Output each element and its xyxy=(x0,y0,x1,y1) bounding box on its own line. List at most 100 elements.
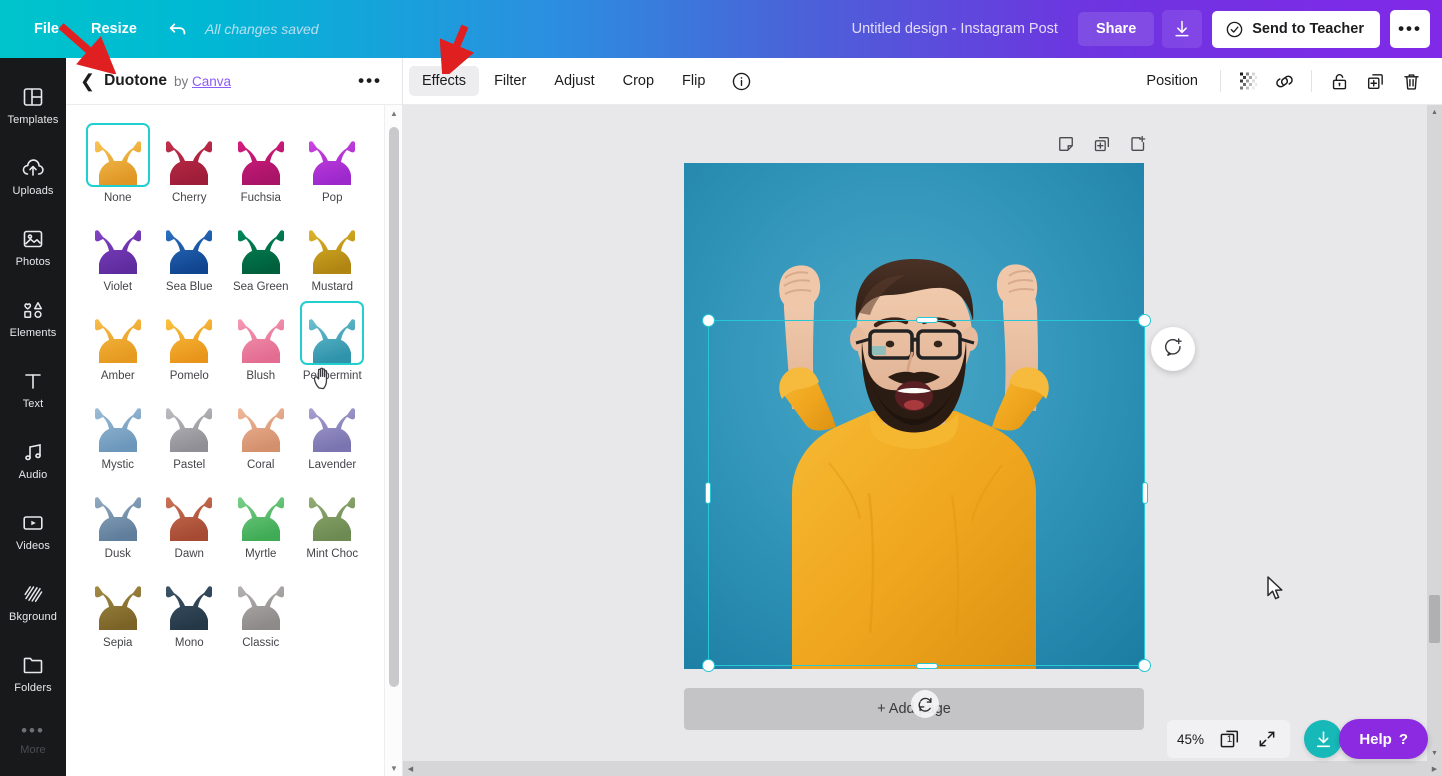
sidebar-label: More xyxy=(20,744,46,756)
duotone-swatch-thumbnail xyxy=(300,301,365,365)
lock-icon[interactable] xyxy=(1322,65,1356,97)
duotone-swatch-label: Blush xyxy=(246,370,276,382)
resize-handle-bottom[interactable] xyxy=(915,663,938,669)
zoom-level-value[interactable]: 45% xyxy=(1177,732,1204,747)
tab-filter[interactable]: Filter xyxy=(481,66,539,96)
top-bar-more-button[interactable]: ••• xyxy=(1390,10,1430,48)
duotone-swatch-thumbnail xyxy=(229,479,293,543)
sidebar-item-audio[interactable]: Audio xyxy=(0,425,66,496)
resize-handle-left[interactable] xyxy=(705,482,711,504)
sidebar-label: Videos xyxy=(15,540,51,552)
sidebar-item-more[interactable]: ••• More xyxy=(0,709,66,769)
duotone-swatch-myrtle[interactable]: Myrtle xyxy=(225,471,297,560)
resize-handle-right[interactable] xyxy=(1142,482,1148,504)
sidebar-item-text[interactable]: Text xyxy=(0,354,66,425)
canvas-scroll-right-icon[interactable]: ▶ xyxy=(1427,761,1442,776)
sidebar-item-elements[interactable]: Elements xyxy=(0,283,66,354)
sidebar-item-bkground[interactable]: Bkground xyxy=(0,567,66,638)
scroll-up-icon[interactable]: ▲ xyxy=(385,105,403,121)
duotone-swatch-sea-blue[interactable]: Sea Blue xyxy=(154,204,226,293)
trash-icon[interactable] xyxy=(1394,65,1428,97)
panel-scrollbar[interactable]: ▲ ▼ xyxy=(384,105,402,776)
tab-effects[interactable]: Effects xyxy=(409,66,480,96)
scroll-down-icon[interactable]: ▼ xyxy=(385,760,403,776)
tab-adjust[interactable]: Adjust xyxy=(541,66,607,96)
duplicate-icon[interactable] xyxy=(1358,65,1392,97)
expand-icon[interactable] xyxy=(1254,726,1280,752)
ellipsis-icon: ••• xyxy=(21,721,45,740)
duotone-swatch-sea-green[interactable]: Sea Green xyxy=(225,204,297,293)
panel-more-button[interactable]: ••• xyxy=(352,69,388,93)
undo-arrow-icon[interactable] xyxy=(161,14,195,44)
resize-handle-top-right[interactable] xyxy=(1138,314,1151,327)
duotone-swatch-dusk[interactable]: Dusk xyxy=(82,471,154,560)
canvas-scroll-left-icon[interactable]: ◀ xyxy=(403,761,418,776)
resize-handle-bottom-right[interactable] xyxy=(1138,659,1151,672)
duotone-swatch-classic[interactable]: Classic xyxy=(225,560,297,649)
rotate-handle-icon[interactable] xyxy=(911,690,939,718)
duotone-swatch-violet[interactable]: Violet xyxy=(82,204,154,293)
duotone-swatch-none[interactable]: None xyxy=(82,115,154,204)
transparency-icon[interactable] xyxy=(1231,65,1265,97)
help-question-mark: ? xyxy=(1398,730,1408,748)
duotone-swatch-coral[interactable]: Coral xyxy=(225,382,297,471)
tab-flip[interactable]: Flip xyxy=(669,66,718,96)
canvas-horizontal-scrollbar[interactable]: ◀ ▶ xyxy=(403,761,1442,776)
canvas-vscrollbar-thumb[interactable] xyxy=(1429,595,1440,643)
duotone-swatch-pastel[interactable]: Pastel xyxy=(154,382,226,471)
design-title[interactable]: Untitled design - Instagram Post xyxy=(852,21,1058,37)
download-circle-icon[interactable] xyxy=(1304,720,1342,758)
sidebar-item-templates[interactable]: Templates xyxy=(0,70,66,141)
resize-button[interactable]: Resize xyxy=(75,13,153,45)
sidebar-item-photos[interactable]: Photos xyxy=(0,212,66,283)
duotone-swatch-blush[interactable]: Blush xyxy=(225,293,297,382)
download-icon[interactable] xyxy=(1162,10,1203,48)
duotone-swatch-peppermint[interactable]: Peppermint xyxy=(297,293,369,382)
duotone-swatch-lavender[interactable]: Lavender xyxy=(297,382,369,471)
page-stack-icon[interactable]: 1 xyxy=(1216,726,1242,752)
resize-handle-top-left[interactable] xyxy=(702,314,715,327)
toolbar-divider-2 xyxy=(1311,70,1312,92)
resize-handle-top[interactable] xyxy=(915,317,938,323)
resize-handle-bottom-left[interactable] xyxy=(702,659,715,672)
canva-editor-window: File Resize All changes saved Untitled d… xyxy=(0,0,1442,776)
tab-crop[interactable]: Crop xyxy=(610,66,667,96)
share-button[interactable]: Share xyxy=(1077,12,1155,46)
add-comment-button[interactable] xyxy=(1151,327,1195,371)
notes-icon[interactable] xyxy=(1055,133,1077,155)
duotone-swatch-pomelo[interactable]: Pomelo xyxy=(154,293,226,382)
duotone-swatch-fuchsia[interactable]: Fuchsia xyxy=(225,115,297,204)
sidebar-label: Folders xyxy=(14,682,52,694)
canvas-scroll-up-icon[interactable]: ▲ xyxy=(1427,105,1442,120)
duotone-swatch-mystic[interactable]: Mystic xyxy=(82,382,154,471)
sidebar-item-videos[interactable]: Videos xyxy=(0,496,66,567)
canvas-vertical-scrollbar[interactable]: ▲ ▼ xyxy=(1427,105,1442,761)
add-page-icon[interactable] xyxy=(1127,133,1149,155)
duotone-swatch-amber[interactable]: Amber xyxy=(82,293,154,382)
shapes-icon xyxy=(21,298,45,322)
duotone-swatch-dawn[interactable]: Dawn xyxy=(154,471,226,560)
design-page[interactable] xyxy=(684,163,1144,669)
panel-author-link[interactable]: Canva xyxy=(192,74,231,89)
link-icon[interactable] xyxy=(1267,65,1301,97)
panel-scrollbar-thumb[interactable] xyxy=(389,127,399,687)
sidebar-item-folders[interactable]: Folders xyxy=(0,638,66,709)
canvas-area[interactable]: + Add page xyxy=(403,105,1442,776)
file-menu-button[interactable]: File xyxy=(18,13,75,45)
duplicate-page-icon[interactable] xyxy=(1091,133,1113,155)
info-circle-icon[interactable] xyxy=(726,66,756,96)
help-button[interactable]: Help ? xyxy=(1339,719,1428,759)
chevron-left-icon[interactable]: ❮ xyxy=(80,72,95,90)
send-to-teacher-button[interactable]: Send to Teacher xyxy=(1212,10,1380,48)
duotone-swatch-mono[interactable]: Mono xyxy=(154,560,226,649)
duotone-swatch-mustard[interactable]: Mustard xyxy=(297,204,369,293)
canvas-scroll-down-icon[interactable]: ▼ xyxy=(1427,746,1442,761)
duotone-swatch-mint-choc[interactable]: Mint Choc xyxy=(297,471,369,560)
image-toolbar: Effects Filter Adjust Crop Flip Position xyxy=(403,58,1442,105)
duotone-swatch-pop[interactable]: Pop xyxy=(297,115,369,204)
position-button[interactable]: Position xyxy=(1134,66,1210,96)
duotone-swatch-cherry[interactable]: Cherry xyxy=(154,115,226,204)
duotone-swatch-sepia[interactable]: Sepia xyxy=(82,560,154,649)
sidebar-item-uploads[interactable]: Uploads xyxy=(0,141,66,212)
celebrating-man-photo[interactable] xyxy=(684,163,1144,669)
